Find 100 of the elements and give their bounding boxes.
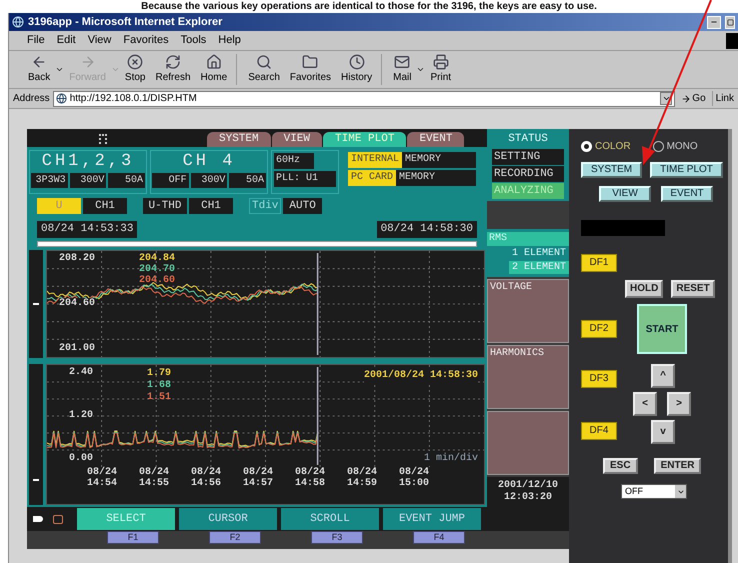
screen-button[interactable]: TIME PLOT bbox=[650, 162, 723, 178]
channel-title: CH 4 bbox=[182, 151, 236, 173]
esc-button[interactable]: ESC bbox=[603, 458, 638, 474]
screen-button[interactable]: EVENT bbox=[661, 186, 713, 202]
channel-setting: 50A bbox=[229, 173, 266, 188]
right-button[interactable]: > bbox=[667, 392, 691, 416]
reset-button[interactable]: RESET bbox=[671, 280, 715, 298]
channel-setting: 300V bbox=[190, 173, 228, 188]
menu-item[interactable]: View bbox=[88, 32, 112, 49]
df-button[interactable]: DF1 bbox=[581, 254, 617, 272]
function-panel[interactable]: VOLTAGE bbox=[487, 278, 569, 342]
screen-button[interactable]: VIEW bbox=[599, 186, 651, 202]
toolbar-button[interactable]: Home bbox=[196, 54, 232, 85]
menu-item[interactable]: Tools bbox=[180, 32, 206, 49]
axis-time: 14:58 bbox=[294, 478, 325, 489]
toolbar-button[interactable]: Print bbox=[425, 54, 456, 85]
axis-date: 08/24 bbox=[346, 467, 377, 478]
channel-setting: 3P3W3 bbox=[31, 173, 68, 188]
menu-item[interactable]: Help bbox=[218, 32, 241, 49]
clock-date: 2001/12/10 bbox=[498, 480, 558, 492]
selector-button[interactable]: CH1 bbox=[83, 198, 127, 214]
reading-value: 204.84 bbox=[139, 253, 176, 264]
screen-tab[interactable]: SYSTEM bbox=[207, 132, 271, 147]
up-button[interactable]: ^ bbox=[651, 364, 675, 388]
axis-date: 08/24 bbox=[190, 467, 221, 478]
dash-icon bbox=[33, 303, 39, 305]
function-panel[interactable]: HARMONICS bbox=[487, 344, 569, 408]
tdiv-label: Tdiv bbox=[249, 198, 282, 214]
time-scale: 1 min/div bbox=[424, 451, 478, 466]
axis-time: 14:55 bbox=[138, 478, 169, 489]
channel-title: CH1,2,3 bbox=[40, 151, 136, 173]
screen-tab[interactable]: VIEW bbox=[272, 132, 322, 147]
search-icon bbox=[256, 54, 272, 70]
time-scrollbar[interactable] bbox=[37, 241, 477, 247]
mode-dropdown[interactable]: OFF bbox=[621, 484, 687, 499]
start-time: 08/24 14:53:33 bbox=[37, 220, 138, 238]
right-arrow-icon bbox=[80, 54, 96, 70]
df-button[interactable]: DF2 bbox=[581, 320, 617, 338]
url-text: http://192.108.0.1/DISP.HTM bbox=[70, 92, 198, 106]
left-button[interactable]: < bbox=[633, 392, 657, 416]
channel-setting: 50A bbox=[108, 173, 146, 188]
mode-title: RMS bbox=[487, 232, 569, 246]
function-key[interactable]: F2 bbox=[209, 531, 261, 544]
status-item: SETTING bbox=[492, 148, 564, 164]
reading-value: 204.70 bbox=[139, 264, 176, 275]
toolbar-button[interactable]: Refresh bbox=[150, 54, 196, 85]
selector-button[interactable]: U-THD bbox=[143, 198, 187, 214]
screen-button[interactable]: SYSTEM bbox=[581, 162, 642, 178]
clock-icon bbox=[348, 54, 365, 70]
end-time: 08/24 14:58:30 bbox=[376, 220, 477, 238]
down-button[interactable]: v bbox=[651, 420, 675, 444]
status-item: ANALYZING bbox=[492, 182, 564, 198]
hold-button[interactable]: HOLD bbox=[625, 280, 664, 298]
toolbar-button[interactable]: Favorites bbox=[284, 54, 336, 85]
function-key[interactable]: F4 bbox=[413, 531, 465, 544]
maximize-icon[interactable] bbox=[726, 18, 734, 26]
df-button[interactable]: DF3 bbox=[581, 370, 617, 388]
memory-suffix: MEMORY bbox=[404, 153, 442, 167]
axis-date: 08/24 bbox=[242, 467, 273, 478]
menu-item[interactable]: File bbox=[27, 32, 45, 49]
dash-icon bbox=[33, 479, 39, 481]
start-button[interactable]: START bbox=[637, 304, 687, 354]
toolbar-button[interactable]: History bbox=[336, 54, 378, 85]
radio-icon[interactable] bbox=[581, 141, 592, 152]
toolbar-button[interactable]: Search bbox=[243, 54, 285, 85]
reading-value: 1.68 bbox=[147, 380, 172, 392]
toolbar-button[interactable]: Back bbox=[23, 54, 56, 85]
cursor-line[interactable] bbox=[316, 367, 318, 465]
function-key[interactable]: F3 bbox=[311, 531, 363, 544]
dropdown-caret-icon[interactable] bbox=[416, 65, 426, 74]
browser-icon bbox=[12, 16, 24, 28]
cursor-line[interactable] bbox=[316, 253, 318, 355]
screen-tab[interactable]: EVENT bbox=[407, 132, 464, 147]
function-key[interactable]: F1 bbox=[107, 531, 159, 544]
menu-item[interactable]: Edit bbox=[56, 32, 76, 49]
go-arrow-icon[interactable] bbox=[681, 94, 692, 104]
memory-label: INTERNAL bbox=[348, 152, 402, 168]
status-item: RECORDING bbox=[492, 166, 564, 182]
enter-button[interactable]: ENTER bbox=[654, 458, 702, 474]
address-field[interactable]: http://192.108.0.1/DISP.HTM bbox=[52, 90, 676, 106]
selector-button[interactable]: CH1 bbox=[189, 198, 233, 214]
home-icon bbox=[206, 54, 222, 70]
maximize-button[interactable] bbox=[725, 16, 735, 28]
mail-icon bbox=[394, 54, 410, 70]
axis-time: 14:57 bbox=[242, 478, 273, 489]
toolbar-button[interactable]: Mail bbox=[388, 54, 416, 85]
reading-value: 1.51 bbox=[147, 392, 172, 404]
reading-value: 1.79 bbox=[147, 368, 172, 380]
df-button[interactable]: DF4 bbox=[581, 422, 617, 440]
minimize-button[interactable] bbox=[707, 16, 721, 28]
menu-item[interactable]: Favorites bbox=[123, 32, 169, 49]
reading-value: 204.60 bbox=[139, 275, 176, 286]
dropdown-caret-icon[interactable] bbox=[55, 65, 64, 74]
mode-item[interactable]: 1 ELEMENT bbox=[508, 246, 569, 260]
go-button[interactable]: Go bbox=[678, 91, 709, 106]
axis-date: 08/24 bbox=[294, 467, 325, 478]
page-icon bbox=[56, 93, 67, 104]
radio-option[interactable]: COLOR bbox=[581, 139, 631, 154]
toolbar-button[interactable]: Stop bbox=[120, 54, 150, 85]
caption: Because the various key operations are identical to those for the 3196, the keys are easy to use. bbox=[140, 0, 598, 13]
